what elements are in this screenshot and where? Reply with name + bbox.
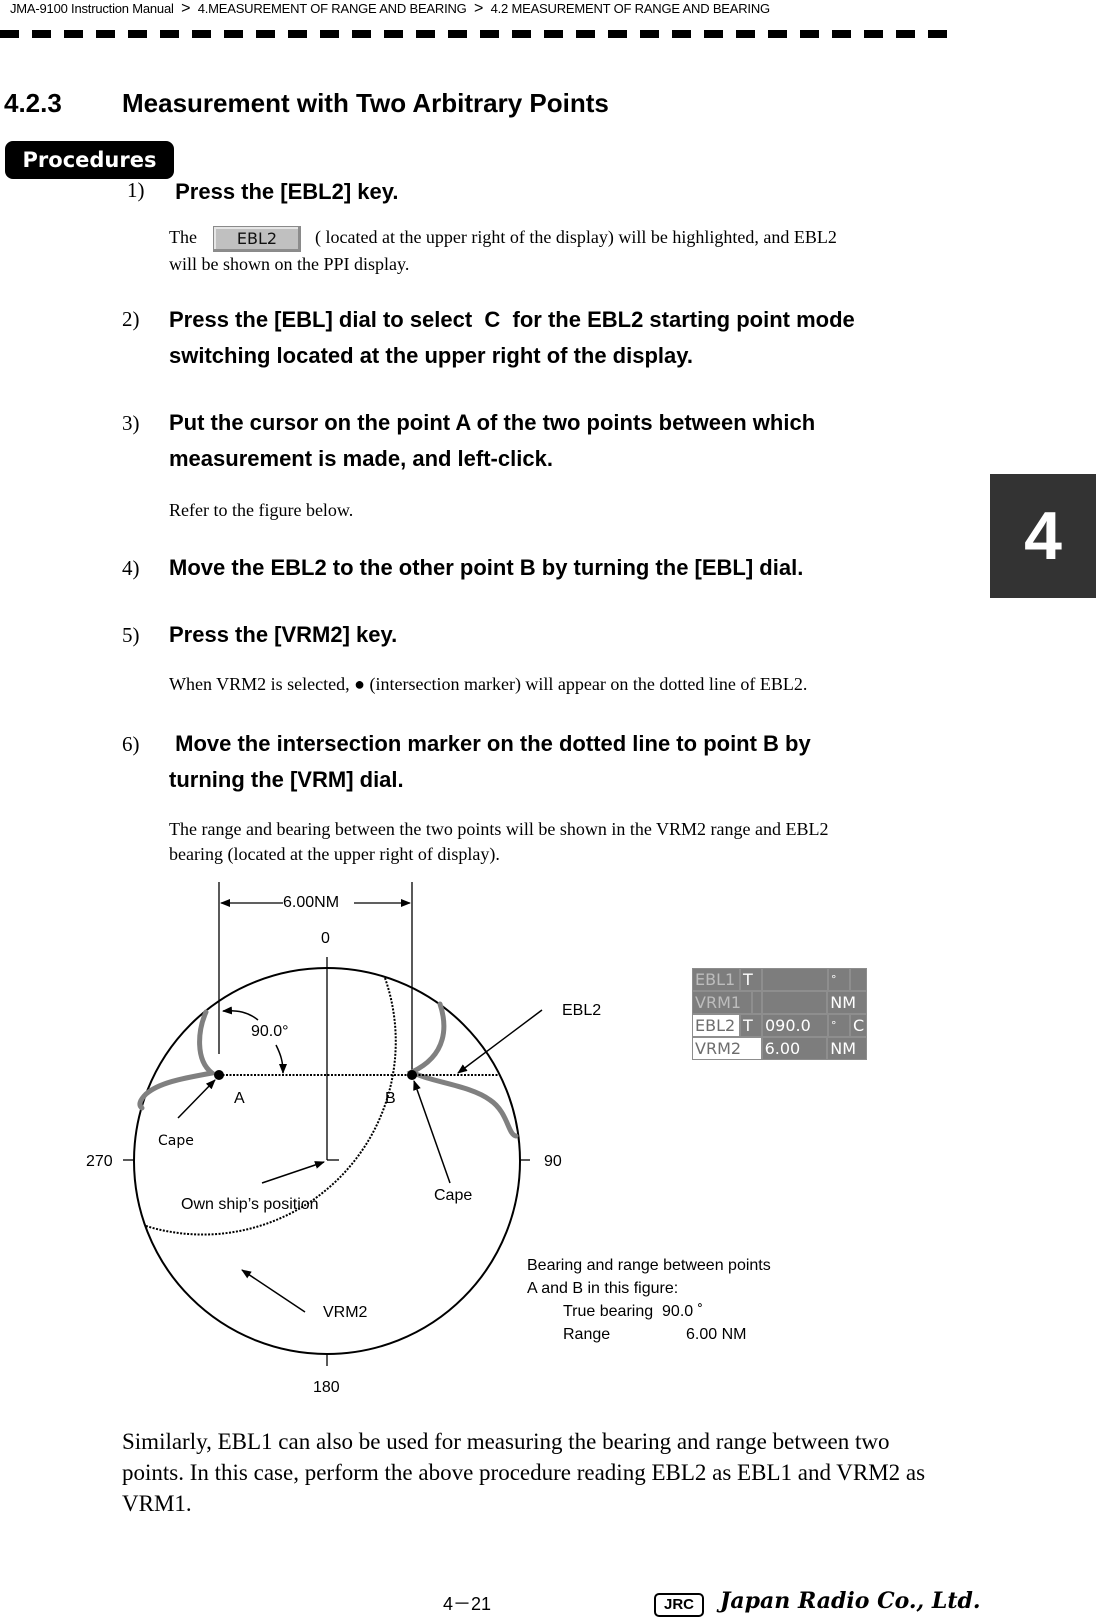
breadcrumb: JMA-9100 Instruction Manual > 4.MEASUREM… [10,0,770,18]
note-bearing-value: 90.0 ˚ [662,1303,703,1320]
vrm1-label[interactable]: VRM1 [693,992,753,1013]
step-6-description: The range and bearing between the two po… [169,817,829,867]
note-bearing: True bearing 90.0 ˚ [527,1300,771,1323]
step-4-title: Move the EBL2 to the other point B by tu… [169,555,804,580]
section-number: 4.2.3 [4,88,62,118]
point-b-label: B [385,1090,396,1107]
readout-row-vrm1: VRM1 NM [693,992,866,1015]
ebl2-button[interactable]: EBL2 [212,225,301,252]
ebl2-origin-mode[interactable]: C [851,1015,866,1036]
step-3-title-line1: Put the cursor on the point A of the two… [169,410,816,435]
ebl1-unit: ° [829,969,851,990]
step-1-description: The EBL2 ( located at the upper right of t… [169,225,837,277]
step-3-title: Put the cursor on the point A of the two… [169,405,815,477]
ebl2-pointer [457,1009,543,1074]
ebl-vrm-readout-panel: EBL1 T ° VRM1 NM EBL2 T 090.0 ° C VRM2 6… [692,968,867,1060]
step-2-title: Press the [EBL] dial to select C for the… [169,302,855,374]
breadcrumb-section[interactable]: 4.2 MEASUREMENT OF RANGE AND BEARING [491,1,771,16]
readout-row-ebl2: EBL2 T 090.0 ° C [693,1015,866,1038]
step-6-title-line2: turning the [VRM] dial. [169,767,404,792]
ebl1-mode[interactable]: T [741,969,763,990]
note-range-value: 6.00 NM [686,1326,747,1343]
ebl1-origin-mode[interactable] [851,969,866,990]
ebl1-label[interactable]: EBL1 [693,969,741,990]
step-5-number: 5) [122,623,140,647]
procedures-badge: Procedures [5,141,174,179]
figure-note: Bearing and range between points A and B… [527,1254,771,1346]
step-2-title-line1: Press the [EBL] dial to select C for the… [169,307,855,332]
vrm2-range-value: 6.00 [763,1038,829,1059]
step-1-desc-after: ( located at the upper right of the disp… [314,227,837,247]
note-range: Range 6.00 NM [527,1323,771,1346]
vrm2-pointer [241,1269,306,1313]
section-title: 4.2.3 Measurement with Two Arbitrary Poin… [4,88,609,119]
company-name: Japan Radio Co., Ltd. [720,1588,981,1614]
step-3-title-line2: measurement is made, and left-click. [169,446,553,471]
chapter-tab[interactable]: 4 [990,474,1096,598]
cape-right-label: Cape [434,1187,472,1204]
vrm1-unit: NM [830,993,857,1012]
step-1-desc-line2: will be shown on the PPI display. [169,253,410,274]
angle-arrow-top [222,1006,259,1021]
note-bearing-label: True bearing [563,1303,654,1320]
point-a-label: A [234,1090,245,1107]
readout-row-ebl1: EBL1 T ° [693,969,866,992]
own-ship-pointer [261,1161,325,1184]
note-range-label: Range [563,1326,611,1343]
vrm2-label: VRM2 [323,1304,368,1321]
vrm2-unit: NM [830,1039,856,1058]
bearing-label-90: 90 [544,1153,562,1170]
breadcrumb-separator: > [474,0,484,17]
step-3-number: 3) [122,411,140,435]
cape-left-pointer [177,1079,216,1119]
ebl1-value [763,969,829,990]
step-2-number: 2) [122,307,140,331]
step-2-title-line2: switching located at the upper right of … [169,343,693,368]
step-1-number: 1) [127,178,145,202]
vrm2-label[interactable]: VRM2 [693,1038,763,1059]
step-1-desc-before: The [169,227,197,247]
bearing-label-180: 180 [313,1379,340,1396]
step-1-title: Press the [EBL2] key. [169,179,399,204]
step-5-description: When VRM2 is selected, ● (intersection m… [169,674,808,694]
step-6-title-line1: Move the intersection marker on the dott… [169,731,811,756]
ebl2-label: EBL2 [562,1002,601,1019]
note-line1: Bearing and range between points [527,1257,771,1274]
bearing-label-0: 0 [321,930,330,947]
breadcrumb-chapter[interactable]: 4.MEASUREMENT OF RANGE AND BEARING [198,1,467,16]
closing-paragraph: Similarly, EBL1 can also be used for mea… [122,1429,926,1516]
step-6-number: 6) [122,732,140,756]
angle-label: 90.0° [251,1023,289,1040]
header-dashed-divider [0,30,952,38]
step-6-desc-line2: bearing (located at the upper right of d… [169,844,500,864]
angle-arrow-bottom [275,1044,287,1074]
section-title-text: Measurement with Two Arbitrary Points [122,88,609,118]
ebl2-unit: ° [829,1015,851,1036]
step-4-number: 4) [122,556,140,580]
ebl2-label[interactable]: EBL2 [693,1015,741,1036]
step-3-description: Refer to the figure below. [169,500,354,520]
page-number: 4－21 [443,1594,492,1614]
own-ship-label: Own ship’s position [181,1196,319,1213]
step-5-title: Press the [VRM2] key. [169,622,398,647]
vrm1-mode [753,992,763,1013]
note-line2: A and B in this figure: [527,1280,679,1297]
breadcrumb-separator: > [181,0,191,17]
ebl2-bearing-value: 090.0 [763,1015,829,1036]
cape-right-pointer [413,1080,451,1184]
point-a-marker [214,1070,224,1080]
ebl2-mode[interactable]: T [741,1015,763,1036]
distance-label: 6.00NM [283,894,339,911]
intersection-marker-b [407,1070,417,1080]
vrm1-value [763,992,829,1013]
bearing-label-270: 270 [86,1153,113,1170]
step-6-title: Move the intersection marker on the dott… [169,726,811,798]
readout-row-vrm2: VRM2 6.00 NM [693,1038,866,1059]
breadcrumb-manual[interactable]: JMA-9100 Instruction Manual [10,1,174,16]
cape-left-label: Cape [158,1133,194,1149]
jrc-logo-icon: JRC [654,1593,704,1617]
step-6-desc-line1: The range and bearing between the two po… [169,819,829,839]
